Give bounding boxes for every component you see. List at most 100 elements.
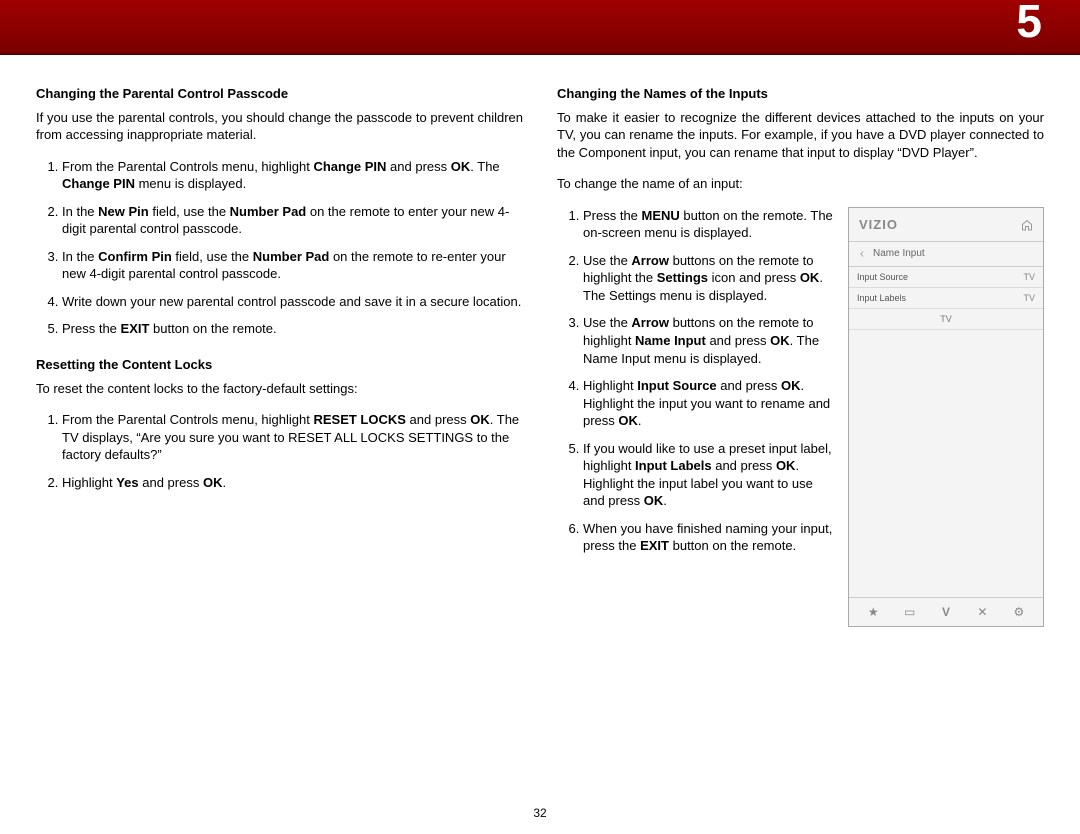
text: menu is displayed. xyxy=(135,176,246,191)
bold-text: MENU xyxy=(642,208,680,223)
tv-menu-panel: VIZIO Name Input Input Source TV Inp xyxy=(848,207,1044,627)
star-icon: ★ xyxy=(855,604,891,620)
text: button on the remote. xyxy=(149,321,276,336)
text: . xyxy=(663,493,667,508)
tv-row-value: TV xyxy=(1023,271,1035,283)
list-item: Use the Arrow buttons on the remote to h… xyxy=(583,314,834,367)
text: Press the xyxy=(583,208,642,223)
bold-text: Number Pad xyxy=(230,204,307,219)
text: In the xyxy=(62,204,98,219)
bold-text: OK xyxy=(800,270,820,285)
bold-text: New Pin xyxy=(98,204,149,219)
back-icon xyxy=(857,249,867,259)
text: and press xyxy=(406,412,470,427)
tv-row-center: TV xyxy=(849,309,1043,330)
right-steps-wrap: Press the MENU button on the remote. The… xyxy=(557,207,834,627)
right-split: Press the MENU button on the remote. The… xyxy=(557,207,1044,627)
text: From the Parental Controls menu, highlig… xyxy=(62,159,313,174)
list-item: Highlight Input Source and press OK. Hig… xyxy=(583,377,834,430)
right-column: Changing the Names of the Inputs To make… xyxy=(557,85,1044,627)
bold-text: Yes xyxy=(116,475,138,490)
section-intro-inputs: To make it easier to recognize the diffe… xyxy=(557,109,1044,162)
text: button on the remote. xyxy=(669,538,796,553)
text: and press xyxy=(717,378,781,393)
section-title-passcode: Changing the Parental Control Passcode xyxy=(36,85,523,103)
tv-row-label: Input Source xyxy=(857,271,908,283)
bold-text: Name Input xyxy=(635,333,706,348)
text: field, use the xyxy=(149,204,230,219)
bold-text: OK xyxy=(451,159,471,174)
text: Press the xyxy=(62,321,121,336)
section-title-reset: Resetting the Content Locks xyxy=(36,356,523,374)
list-item: Press the MENU button on the remote. The… xyxy=(583,207,834,242)
text: Highlight xyxy=(62,475,116,490)
text: and press xyxy=(139,475,203,490)
tv-breadcrumb: Name Input xyxy=(849,242,1043,267)
steps-inputs: Press the MENU button on the remote. The… xyxy=(557,207,834,555)
bold-text: Input Labels xyxy=(635,458,712,473)
vizio-logo: VIZIO xyxy=(859,216,898,234)
text: field, use the xyxy=(172,249,253,264)
section-lead-inputs: To change the name of an input: xyxy=(557,175,1044,193)
list-item: In the Confirm Pin field, use the Number… xyxy=(62,248,523,283)
list-item: In the New Pin field, use the Number Pad… xyxy=(62,203,523,238)
text: and press xyxy=(712,458,776,473)
list-item: If you would like to use a preset input … xyxy=(583,440,834,510)
steps-passcode: From the Parental Controls menu, highlig… xyxy=(36,158,523,338)
list-item: Highlight Yes and press OK. xyxy=(62,474,523,492)
page-number: 32 xyxy=(0,806,1080,820)
text: In the xyxy=(62,249,98,264)
list-item: Press the EXIT button on the remote. xyxy=(62,320,523,338)
tv-footer: ★ ▭ V ✕ ⚙ xyxy=(849,597,1043,626)
list-item: Use the Arrow buttons on the remote to h… xyxy=(583,252,834,305)
bold-text: OK xyxy=(776,458,796,473)
v-icon: V xyxy=(928,604,964,620)
bold-text: EXIT xyxy=(121,321,150,336)
home-icon xyxy=(1021,219,1033,231)
section-intro-passcode: If you use the parental controls, you sh… xyxy=(36,109,523,144)
tv-breadcrumb-text: Name Input xyxy=(873,247,925,261)
tv-row-input-source: Input Source TV xyxy=(849,267,1043,288)
list-item: From the Parental Controls menu, highlig… xyxy=(62,411,523,464)
bold-text: Change PIN xyxy=(313,159,386,174)
close-icon: ✕ xyxy=(964,604,1000,620)
left-column: Changing the Parental Control Passcode I… xyxy=(36,85,523,627)
bold-text: Confirm Pin xyxy=(98,249,172,264)
tv-row-input-labels: Input Labels TV xyxy=(849,288,1043,309)
bold-text: OK xyxy=(618,413,638,428)
wide-icon: ▭ xyxy=(891,604,927,620)
bold-text: OK xyxy=(770,333,790,348)
bold-text: RESET LOCKS xyxy=(313,412,405,427)
list-item: Write down your new parental control pas… xyxy=(62,293,523,311)
bold-text: Input Source xyxy=(637,378,716,393)
content-area: Changing the Parental Control Passcode I… xyxy=(0,55,1080,627)
text: From the Parental Controls menu, highlig… xyxy=(62,412,313,427)
gear-icon: ⚙ xyxy=(1001,604,1037,620)
text: and press xyxy=(386,159,450,174)
tv-menu-header: VIZIO xyxy=(849,208,1043,243)
text: and press xyxy=(706,333,770,348)
text: icon and press xyxy=(708,270,800,285)
bold-text: Arrow xyxy=(631,253,669,268)
text: Highlight xyxy=(583,378,637,393)
text: . The xyxy=(470,159,499,174)
section-intro-reset: To reset the content locks to the factor… xyxy=(36,380,523,398)
text: . xyxy=(222,475,226,490)
bold-text: OK xyxy=(644,493,664,508)
bold-text: Change PIN xyxy=(62,176,135,191)
text: . xyxy=(638,413,642,428)
tv-spacer xyxy=(849,330,1043,596)
tv-row-value: TV xyxy=(1023,292,1035,304)
bold-text: OK xyxy=(781,378,801,393)
text: Use the xyxy=(583,315,631,330)
chapter-number: 5 xyxy=(1016,0,1042,44)
bold-text: OK xyxy=(203,475,223,490)
list-item: When you have finished naming your input… xyxy=(583,520,834,555)
bold-text: Settings xyxy=(657,270,708,285)
section-title-inputs: Changing the Names of the Inputs xyxy=(557,85,1044,103)
bold-text: Number Pad xyxy=(253,249,330,264)
bold-text: Arrow xyxy=(631,315,669,330)
bold-text: EXIT xyxy=(640,538,669,553)
tv-row-label: Input Labels xyxy=(857,292,906,304)
text: Use the xyxy=(583,253,631,268)
